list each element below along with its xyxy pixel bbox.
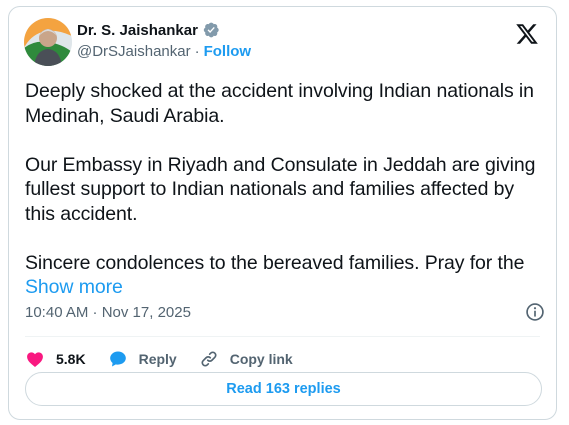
info-icon[interactable]	[525, 302, 545, 322]
tweet-card: Dr. S. Jaishankar @DrSJaishankar · Follo…	[8, 6, 557, 420]
reply-button[interactable]: Reply	[108, 349, 177, 369]
show-more-link[interactable]: Show more	[25, 276, 123, 298]
divider	[25, 336, 540, 337]
author-info: Dr. S. Jaishankar @DrSJaishankar · Follo…	[77, 20, 252, 61]
tweet-paragraph-1: Deeply shocked at the accident involving…	[25, 80, 534, 127]
verified-badge-icon	[202, 21, 220, 39]
heart-icon	[27, 352, 43, 367]
tweet-paragraph-3: Sincere condolences to the bereaved fami…	[25, 251, 545, 300]
tweet-paragraph-3-text: Sincere condolences to the bereaved fami…	[25, 251, 525, 274]
copy-link-label: Copy link	[229, 351, 293, 367]
separator-dot: ·	[194, 43, 200, 60]
link-icon	[201, 351, 217, 367]
read-replies-button[interactable]: Read 163 replies	[25, 372, 542, 406]
author-display-name[interactable]: Dr. S. Jaishankar	[77, 22, 198, 39]
copy-link-button[interactable]: Copy link	[199, 349, 293, 369]
author-handle[interactable]: @DrSJaishankar	[77, 43, 191, 60]
tweet-header: Dr. S. Jaishankar @DrSJaishankar · Follo…	[24, 18, 541, 66]
timestamp-row: 10:40 AM · Nov 17, 2025	[25, 301, 545, 323]
reply-label: Reply	[138, 351, 177, 367]
avatar[interactable]	[24, 18, 72, 66]
tweet-timestamp[interactable]: 10:40 AM · Nov 17, 2025	[25, 304, 191, 321]
like-button[interactable]: 5.8K	[25, 349, 86, 369]
likes-count: 5.8K	[56, 351, 86, 367]
reply-bubble-icon	[109, 351, 126, 367]
x-logo-icon[interactable]	[515, 22, 539, 46]
follow-button[interactable]: Follow	[204, 43, 252, 60]
tweet-paragraph-2: Our Embassy in Riyadh and Consulate in J…	[25, 153, 536, 225]
tweet-text: Deeply shocked at the accident involving…	[25, 79, 545, 300]
